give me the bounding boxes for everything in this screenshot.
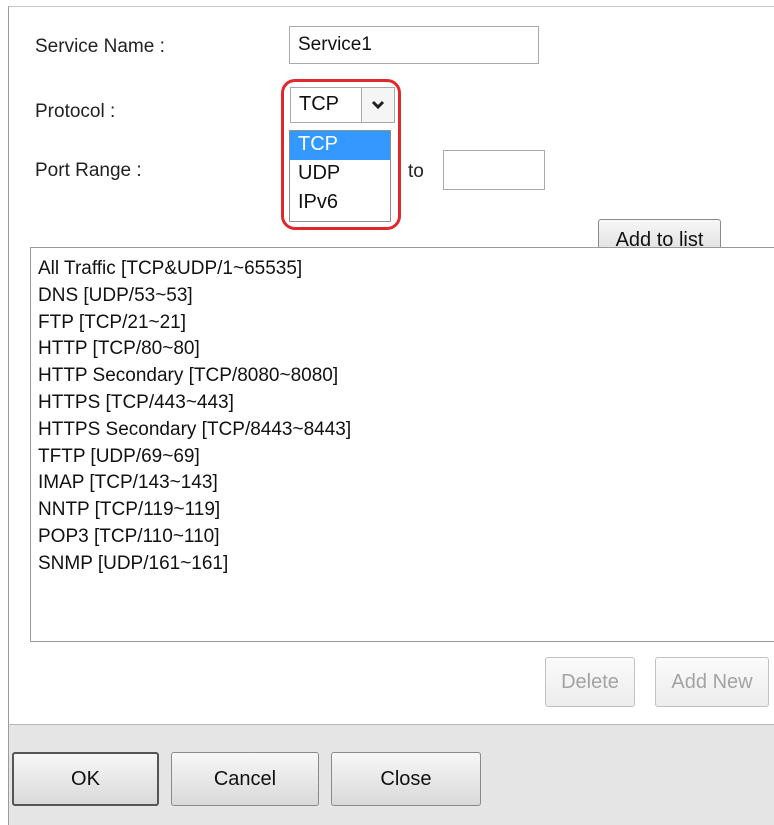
list-item[interactable]: DNS [UDP/53~53] bbox=[38, 283, 774, 310]
service-name-label: Service Name : bbox=[35, 36, 165, 57]
ok-button[interactable]: OK bbox=[12, 752, 159, 806]
close-button[interactable]: Close bbox=[331, 752, 481, 806]
delete-button[interactable]: Delete bbox=[545, 657, 635, 707]
list-item[interactable]: HTTP Secondary [TCP/8080~8080] bbox=[38, 363, 774, 390]
protocol-dropdown-list: TCP UDP IPv6 bbox=[289, 130, 391, 222]
service-list[interactable]: All Traffic [TCP&UDP/1~65535] DNS [UDP/5… bbox=[30, 247, 774, 642]
service-name-input[interactable] bbox=[289, 26, 539, 64]
protocol-option-udp[interactable]: UDP bbox=[290, 160, 390, 189]
list-item[interactable]: IMAP [TCP/143~143] bbox=[38, 470, 774, 497]
cancel-button[interactable]: Cancel bbox=[171, 752, 319, 806]
list-item[interactable]: SNMP [UDP/161~161] bbox=[38, 551, 774, 578]
list-item[interactable]: POP3 [TCP/110~110] bbox=[38, 524, 774, 551]
list-item[interactable]: NNTP [TCP/119~119] bbox=[38, 497, 774, 524]
list-item[interactable]: HTTPS Secondary [TCP/8443~8443] bbox=[38, 417, 774, 444]
protocol-option-tcp[interactable]: TCP bbox=[290, 131, 390, 160]
port-range-to-label: to bbox=[408, 161, 424, 182]
list-item[interactable]: TFTP [UDP/69~69] bbox=[38, 444, 774, 471]
port-range-end-input[interactable] bbox=[443, 150, 545, 190]
protocol-option-ipv6[interactable]: IPv6 bbox=[290, 189, 390, 218]
list-item[interactable]: All Traffic [TCP&UDP/1~65535] bbox=[38, 256, 774, 283]
add-new-button[interactable]: Add New bbox=[655, 657, 769, 707]
protocol-selected-value: TCP bbox=[299, 93, 339, 115]
list-item[interactable]: FTP [TCP/21~21] bbox=[38, 310, 774, 337]
protocol-label: Protocol : bbox=[35, 101, 116, 122]
list-item[interactable]: HTTP [TCP/80~80] bbox=[38, 336, 774, 363]
protocol-select[interactable]: TCP bbox=[290, 87, 395, 123]
port-range-label: Port Range : bbox=[35, 160, 142, 181]
list-item[interactable]: HTTPS [TCP/443~443] bbox=[38, 390, 774, 417]
chevron-down-icon[interactable] bbox=[361, 88, 394, 122]
